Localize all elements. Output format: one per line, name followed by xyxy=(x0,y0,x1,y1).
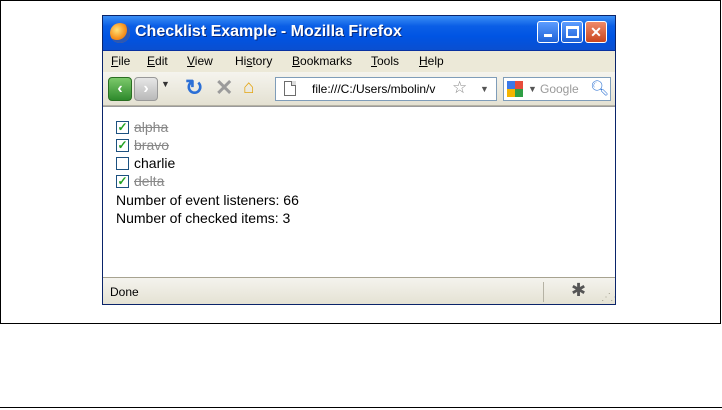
event-listener-count: Number of event listeners: 66 xyxy=(116,192,299,208)
menu-help[interactable]: Help xyxy=(419,54,444,68)
checklist-label-alpha: alpha xyxy=(134,119,169,135)
search-input[interactable]: Google xyxy=(540,82,579,96)
url-bar[interactable]: file:///C:/Users/mbolin/v ☆ ▼ xyxy=(275,77,497,101)
menu-bookmarks-rest: ookmarks xyxy=(300,54,353,68)
menu-tools[interactable]: Tools xyxy=(371,54,399,68)
forward-icon: › xyxy=(143,80,149,97)
window-title: Checklist Example - Mozilla Firefox xyxy=(135,23,402,40)
search-engine-dropdown-icon[interactable]: ▼ xyxy=(528,84,537,94)
status-bar: Done ✱ ⋰⋰ xyxy=(103,277,615,304)
checklist-item-bravo[interactable]: ✓ bravo xyxy=(116,137,169,155)
url-text[interactable]: file:///C:/Users/mbolin/v xyxy=(312,82,450,96)
status-separator xyxy=(543,282,544,302)
checked-item-count: Number of checked items: 3 xyxy=(116,210,291,226)
search-box[interactable]: ▼ Google 🔍︎ xyxy=(503,77,611,101)
forward-button[interactable]: › xyxy=(134,77,158,101)
checklist-item-charlie[interactable]: charlie xyxy=(116,155,175,173)
checklist-item-delta[interactable]: ✓ delta xyxy=(116,173,164,191)
google-search-engine-icon[interactable] xyxy=(507,81,523,97)
navigation-toolbar: ‹ › ▼ ↻ ✕ ⌂ file:///C:/Users/mbolin/v ☆ … xyxy=(103,72,615,106)
page-icon xyxy=(284,81,296,96)
figure-frame-bottom xyxy=(0,323,721,324)
url-dropdown-icon[interactable]: ▼ xyxy=(480,84,489,94)
menu-help-accel: H xyxy=(419,54,428,68)
back-icon: ‹ xyxy=(117,80,123,97)
maximize-icon xyxy=(565,26,579,38)
menu-tools-rest: ools xyxy=(377,54,400,68)
history-dropdown-icon[interactable]: ▼ xyxy=(161,79,170,89)
stop-icon[interactable]: ✕ xyxy=(215,75,233,101)
checkbox-delta[interactable]: ✓ xyxy=(116,174,129,188)
menu-history-rest: tory xyxy=(252,54,273,68)
figure-frame-top xyxy=(0,0,721,1)
menu-edit[interactable]: Edit xyxy=(147,54,168,68)
checklist-item-alpha[interactable]: ✓ alpha xyxy=(116,119,168,137)
menu-edit-accel: E xyxy=(147,54,156,68)
close-button[interactable]: ✕ xyxy=(585,21,607,43)
search-magnifier-icon[interactable]: 🔍︎ xyxy=(590,79,609,97)
reload-icon[interactable]: ↻ xyxy=(185,75,203,101)
menu-file[interactable]: File xyxy=(111,54,130,68)
figure-frame-right xyxy=(720,0,721,324)
checkbox-bravo[interactable]: ✓ xyxy=(116,138,129,152)
menu-edit-rest: dit xyxy=(155,54,168,68)
firebug-bug-icon[interactable]: ✱ xyxy=(571,280,586,301)
figure-frame-left xyxy=(0,0,1,324)
browser-window: Checklist Example - Mozilla Firefox ✕ Fi… xyxy=(102,15,616,305)
menu-view-accel: V xyxy=(187,54,195,68)
bookmark-star-icon[interactable]: ☆ xyxy=(452,78,467,98)
checkbox-charlie[interactable] xyxy=(116,156,129,170)
title-bar[interactable]: Checklist Example - Mozilla Firefox ✕ xyxy=(103,16,615,51)
menu-bookmarks-accel: B xyxy=(292,54,301,68)
menu-bookmarks[interactable]: Bookmarks xyxy=(292,54,352,68)
menu-help-rest: elp xyxy=(427,54,444,68)
menu-history-pre: Hi xyxy=(235,54,247,68)
home-icon[interactable]: ⌂ xyxy=(243,77,254,99)
back-button[interactable]: ‹ xyxy=(108,77,132,101)
minimize-icon xyxy=(544,34,552,37)
resize-grip-icon[interactable]: ⋰⋰ xyxy=(601,292,615,303)
menu-history[interactable]: History xyxy=(235,54,272,68)
close-icon: ✕ xyxy=(590,24,602,40)
menu-file-rest: ile xyxy=(118,54,131,68)
checklist-label-charlie: charlie xyxy=(134,155,176,171)
checklist-label-bravo: bravo xyxy=(134,137,170,153)
maximize-button[interactable] xyxy=(561,21,583,43)
status-text: Done xyxy=(110,285,139,299)
page-rule xyxy=(0,407,722,408)
firefox-logo-icon xyxy=(110,23,130,43)
checkbox-alpha[interactable]: ✓ xyxy=(116,120,129,134)
page-content: ✓ alpha ✓ bravo charlie ✓ delta Number of e… xyxy=(103,106,615,277)
menu-view-rest: iew xyxy=(194,54,213,68)
checklist-label-delta: delta xyxy=(134,173,165,189)
menu-view[interactable]: View xyxy=(187,54,213,68)
menu-bar: File Edit View History Bookmarks Tools H… xyxy=(103,51,615,71)
minimize-button[interactable] xyxy=(537,21,559,43)
